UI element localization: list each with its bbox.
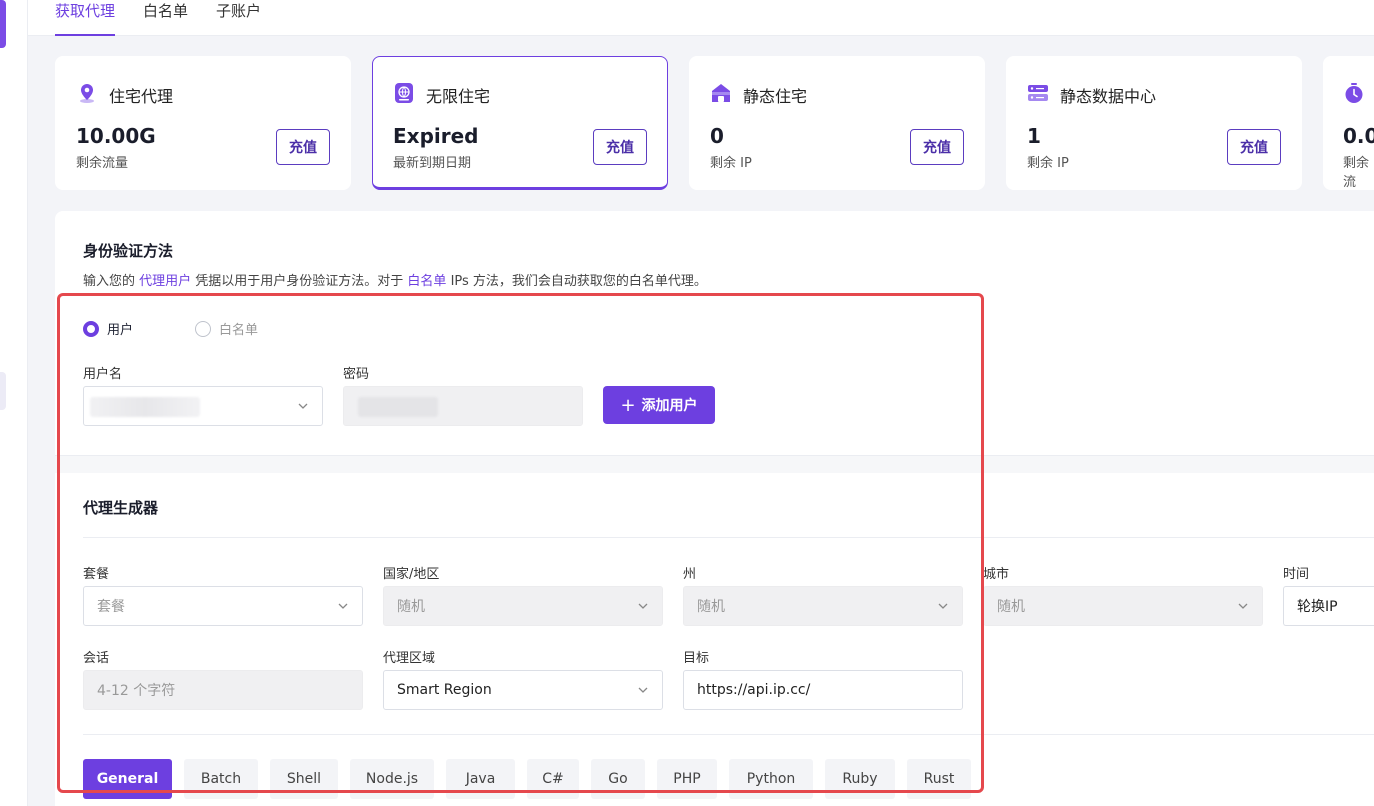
chevron-down-icon <box>638 603 648 609</box>
redacted-value <box>358 397 438 417</box>
lang-tab-nodejs[interactable]: Node.js <box>350 759 434 799</box>
city-label: 城市 <box>983 567 1010 582</box>
redacted-value <box>90 397 200 417</box>
session-input[interactable]: 4-12 个字符 <box>83 670 363 710</box>
card-static-residential[interactable]: 静态住宅 0 剩余 IP 充值 <box>689 56 985 190</box>
card-static-datacenter[interactable]: 静态数据中心 1 剩余 IP 充值 <box>1006 56 1302 190</box>
recharge-button[interactable]: 充值 <box>910 129 964 165</box>
card-title: 无限住宅 <box>426 87 491 106</box>
card-value: 0 <box>710 124 724 148</box>
card-title: 住宅代理 <box>109 87 174 106</box>
country-label: 国家/地区 <box>383 567 440 582</box>
globe-badge-icon <box>395 83 413 103</box>
timer-icon <box>1345 83 1363 103</box>
lang-tab-general[interactable]: General <box>83 759 172 799</box>
lang-tab-python[interactable]: Python <box>729 759 813 799</box>
lang-tab-shell[interactable]: Shell <box>270 759 338 799</box>
card-value: Expired <box>393 124 479 148</box>
radio-unchecked-icon <box>195 320 211 337</box>
server-icon <box>1028 85 1048 101</box>
sidebar-active-indicator[interactable] <box>0 0 6 48</box>
target-label: 目标 <box>683 651 710 666</box>
lang-tab-csharp[interactable]: C# <box>527 759 579 799</box>
whitelist-link[interactable]: 白名单 <box>407 274 446 289</box>
password-label: 密码 <box>343 367 370 382</box>
plus-icon: + <box>620 394 636 416</box>
divider <box>83 537 1374 538</box>
card-title: 静态数据中心 <box>1060 87 1157 106</box>
recharge-button[interactable]: 充值 <box>1227 129 1281 165</box>
tab-sub-accounts[interactable]: 子账户 <box>216 0 261 36</box>
section-separator <box>55 455 1374 473</box>
proxy-user-link[interactable]: 代理用户 <box>139 274 191 289</box>
chevron-down-icon <box>938 603 948 609</box>
state-select[interactable]: 随机 <box>683 586 963 626</box>
city-select[interactable]: 随机 <box>983 586 1263 626</box>
sidebar-item[interactable] <box>0 372 6 410</box>
package-label: 套餐 <box>83 567 110 582</box>
divider <box>83 734 1374 735</box>
proxy-region-label: 代理区域 <box>383 651 436 666</box>
location-pin-icon <box>80 84 94 103</box>
card-residential[interactable]: 住宅代理 10.00G 剩余流量 充值 <box>55 56 351 190</box>
card-subtitle: 最新到期日期 <box>393 156 472 171</box>
chevron-down-icon <box>638 687 648 693</box>
auth-description: 输入您的 代理用户 凭据以用于用户身份验证方法。对于 白名单 IPs 方法，我们… <box>83 274 707 289</box>
auth-method-title: 身份验证方法 <box>83 242 174 260</box>
password-field[interactable] <box>343 386 583 426</box>
main-panel: 身份验证方法 输入您的 代理用户 凭据以用于用户身份验证方法。对于 白名单 IP… <box>55 211 1374 806</box>
lang-tab-batch[interactable]: Batch <box>184 759 258 799</box>
tab-get-proxy[interactable]: 获取代理 <box>55 0 116 36</box>
proxy-region-select[interactable]: Smart Region <box>383 670 663 710</box>
card-value: 0.0 <box>1343 124 1374 148</box>
card-value: 10.00G <box>76 124 156 148</box>
card-subtitle: 剩余 IP <box>1027 156 1069 171</box>
chevron-down-icon <box>1238 603 1248 609</box>
radio-whitelist[interactable]: 白名单 <box>195 319 258 338</box>
username-label: 用户名 <box>83 367 123 382</box>
username-select[interactable] <box>83 386 323 426</box>
lang-tab-rust[interactable]: Rust <box>907 759 971 799</box>
recharge-button[interactable]: 充值 <box>593 129 647 165</box>
proxy-generator-title: 代理生成器 <box>83 499 159 517</box>
time-label: 时间 <box>1283 567 1310 582</box>
left-sidebar <box>0 0 28 806</box>
card-unlimited-residential[interactable]: 无限住宅 Expired 最新到期日期 充值 <box>372 56 668 190</box>
lang-tab-java[interactable]: Java <box>446 759 515 799</box>
lang-tab-php[interactable]: PHP <box>657 759 717 799</box>
tab-whitelist[interactable]: 白名单 <box>143 0 188 36</box>
country-select[interactable]: 随机 <box>383 586 663 626</box>
card-title: 静态住宅 <box>743 87 808 106</box>
target-input[interactable]: https://api.ip.cc/ <box>683 670 963 710</box>
radio-checked-icon <box>83 320 99 337</box>
recharge-button[interactable]: 充值 <box>276 129 330 165</box>
chevron-down-icon <box>298 403 308 409</box>
top-tabs: 获取代理 白名单 子账户 <box>28 0 1374 36</box>
card-subtitle: 剩余流 <box>1343 156 1370 190</box>
card-value: 1 <box>1027 124 1041 148</box>
card-subtitle: 剩余流量 <box>76 156 129 171</box>
state-label: 州 <box>683 567 697 582</box>
lang-tab-go[interactable]: Go <box>591 759 645 799</box>
radio-user[interactable]: 用户 <box>83 319 133 338</box>
card-partial[interactable]: 0.0 剩余流 <box>1323 56 1374 190</box>
card-subtitle: 剩余 IP <box>710 156 752 171</box>
chevron-down-icon <box>338 603 348 609</box>
lang-tab-ruby[interactable]: Ruby <box>825 759 895 799</box>
session-label: 会话 <box>83 651 110 666</box>
package-select[interactable]: 套餐 <box>83 586 363 626</box>
house-icon <box>712 84 730 102</box>
time-select[interactable]: 轮换IP <box>1283 586 1374 626</box>
add-user-button[interactable]: + 添加用户 <box>603 386 715 424</box>
